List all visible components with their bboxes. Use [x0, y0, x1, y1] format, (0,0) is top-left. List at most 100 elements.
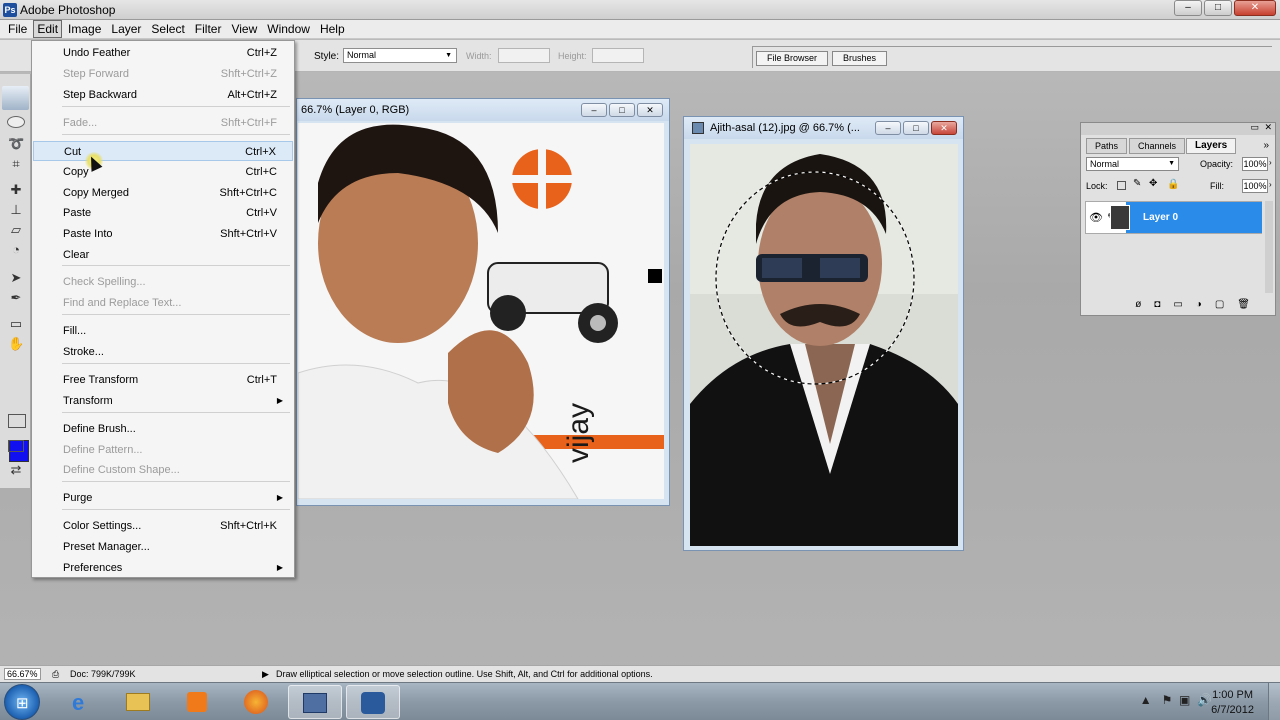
menu-help[interactable]: Help — [316, 20, 349, 38]
menu-item-copy[interactable]: Copy Ctrl+C — [33, 162, 293, 182]
eraser-tool-icon[interactable]: ▱ — [8, 222, 24, 238]
volume-icon[interactable]: 🔊 — [1197, 693, 1212, 707]
tab-file-browser[interactable]: File Browser — [756, 51, 829, 66]
menu-item-stroke[interactable]: Stroke... — [33, 342, 293, 362]
taskbar-explorer[interactable] — [114, 685, 162, 719]
menu-item-purge[interactable]: Purge ▶ — [33, 488, 293, 508]
status-arrow-icon[interactable]: ▶ — [262, 669, 269, 680]
tab-channels[interactable]: Channels — [1129, 138, 1186, 154]
blur-tool-icon[interactable]: ◔ — [8, 242, 24, 258]
quick-mask-icon[interactable] — [8, 414, 26, 428]
healing-tool-icon[interactable]: ✚ — [8, 182, 24, 198]
menu-layer[interactable]: Layer — [107, 20, 145, 38]
vijay-canvas[interactable]: vijay — [298, 123, 664, 499]
menu-item-transform[interactable]: Transform ▶ — [33, 391, 293, 411]
opacity-field[interactable]: 100% — [1242, 157, 1268, 171]
ajith-canvas[interactable] — [690, 144, 958, 546]
doc-minimize-button[interactable]: – — [581, 103, 607, 117]
palette-titlebar[interactable]: ▭ ✕ — [1081, 122, 1275, 135]
action-center-flag-icon[interactable]: ⚑ — [1162, 693, 1173, 707]
doc-maximize-button[interactable]: □ — [609, 103, 635, 117]
menu-item-free-transform[interactable]: Free Transform Ctrl+T — [33, 370, 293, 390]
menu-item-fade[interactable]: Fade... Shft+Ctrl+F — [33, 113, 293, 133]
path-selection-tool-icon[interactable]: ➤ — [8, 270, 24, 286]
layer-selected[interactable]: Layer 0 — [1110, 202, 1262, 233]
document-window-vijay[interactable]: 66.7% (Layer 0, RGB) – □ ✕ vijay — [296, 98, 670, 506]
palette-menu-arrow-icon[interactable]: » — [1263, 140, 1269, 151]
menu-item-copy-merged[interactable]: Copy Merged Shft+Ctrl+C — [33, 183, 293, 203]
style-select[interactable]: Normal ▼ — [343, 48, 457, 63]
menu-file[interactable]: File — [4, 20, 31, 38]
adobe-online-icon[interactable] — [2, 86, 29, 110]
zoom-field[interactable]: 66.67% — [4, 668, 41, 680]
close-button[interactable]: ✕ — [1234, 0, 1276, 16]
pen-tool-icon[interactable]: ✒ — [8, 290, 24, 306]
layer-row[interactable]: 👁 ✎ Layer 0 — [1085, 201, 1262, 234]
menu-item-undo-feather[interactable]: Undo Feather Ctrl+Z — [33, 43, 293, 63]
delete-layer-icon[interactable]: 🗑 — [1237, 299, 1250, 315]
lock-transparency-icon[interactable] — [1117, 181, 1126, 190]
fill-arrow-icon[interactable]: › — [1269, 180, 1272, 189]
minimize-button[interactable]: – — [1174, 0, 1202, 16]
elliptical-marquee-tool-icon[interactable] — [7, 116, 25, 128]
menu-window[interactable]: Window — [263, 20, 314, 38]
menu-item-define-custom-shape[interactable]: Define Custom Shape... — [33, 460, 293, 480]
adjustment-layer-icon[interactable]: ◑ — [1196, 299, 1202, 315]
hand-tool-icon[interactable]: ✋ — [8, 336, 24, 352]
clock[interactable]: 1:00 PM 6/7/2012 — [1211, 688, 1254, 718]
maximize-button[interactable]: □ — [1204, 0, 1232, 16]
menu-item-paste-into[interactable]: Paste Into Shft+Ctrl+V — [33, 224, 293, 244]
new-group-icon[interactable]: ▭ — [1173, 299, 1182, 315]
lock-image-icon[interactable]: ✎ — [1133, 178, 1141, 189]
show-desktop-button[interactable] — [1268, 683, 1280, 720]
palette-minimize-icon[interactable]: ▭ — [1250, 122, 1259, 133]
taskbar-media-player[interactable] — [173, 685, 221, 719]
show-hidden-icons[interactable]: ▲ — [1140, 693, 1152, 707]
taskbar-movie-maker[interactable] — [288, 685, 342, 719]
jump-to-imageready-icon[interactable]: ⇄ — [8, 462, 24, 478]
taskbar-internet-explorer[interactable]: e — [58, 685, 106, 719]
menu-filter[interactable]: Filter — [191, 20, 226, 38]
palette-close-icon[interactable]: ✕ — [1264, 122, 1272, 133]
taskbar-photoshop[interactable] — [346, 685, 400, 719]
menu-edit[interactable]: Edit — [33, 20, 63, 38]
menu-item-define-pattern[interactable]: Define Pattern... — [33, 440, 293, 460]
notes-tool-icon[interactable]: ▭ — [8, 316, 24, 332]
document-titlebar[interactable]: 66.7% (Layer 0, RGB) – □ ✕ — [297, 99, 669, 121]
lock-position-icon[interactable]: ✥ — [1149, 178, 1157, 189]
print-preview-icon[interactable]: ⎙ — [52, 669, 59, 680]
blend-mode-select[interactable]: Normal ▼ — [1086, 157, 1179, 171]
menu-item-check-spelling[interactable]: Check Spelling... — [33, 272, 293, 292]
menu-image[interactable]: Image — [64, 20, 105, 38]
height-field[interactable] — [592, 48, 644, 63]
lock-all-icon[interactable]: 🔒 — [1167, 179, 1179, 190]
menu-select[interactable]: Select — [147, 20, 188, 38]
menu-item-paste[interactable]: Paste Ctrl+V — [33, 203, 293, 223]
menu-item-preset-manager[interactable]: Preset Manager... — [33, 537, 293, 557]
document-window-ajith[interactable]: Ajith-asal (12).jpg @ 66.7% (... – □ ✕ — [683, 116, 964, 551]
tab-brushes[interactable]: Brushes — [832, 51, 888, 66]
layer-style-icon[interactable]: ø — [1135, 299, 1141, 315]
fill-field[interactable]: 100% — [1242, 179, 1268, 193]
screen-mode-icon[interactable] — [8, 440, 24, 452]
doc-close-button[interactable]: ✕ — [637, 103, 663, 117]
menu-item-cut[interactable]: Cut Ctrl+X — [33, 141, 293, 161]
visibility-eye-icon[interactable]: 👁 — [1089, 211, 1103, 224]
doc-maximize-button[interactable]: □ — [903, 121, 929, 135]
lasso-tool-icon[interactable]: ➰ — [8, 136, 24, 152]
tab-paths[interactable]: Paths — [1086, 138, 1128, 154]
tab-layers[interactable]: Layers — [1186, 138, 1237, 154]
document-titlebar[interactable]: Ajith-asal (12).jpg @ 66.7% (... – □ ✕ — [684, 117, 963, 139]
menu-item-find-and-replace-text[interactable]: Find and Replace Text... — [33, 293, 293, 313]
network-icon[interactable]: ▣ — [1179, 693, 1190, 707]
menu-item-step-backward[interactable]: Step Backward Alt+Ctrl+Z — [33, 85, 293, 105]
taskbar-firefox[interactable] — [232, 685, 280, 719]
menu-item-step-forward[interactable]: Step Forward Shft+Ctrl+Z — [33, 64, 293, 84]
menu-item-color-settings[interactable]: Color Settings... Shft+Ctrl+K — [33, 516, 293, 536]
start-button[interactable]: ⊞ — [4, 684, 40, 720]
doc-close-button[interactable]: ✕ — [931, 121, 957, 135]
doc-minimize-button[interactable]: – — [875, 121, 901, 135]
layer-mask-icon[interactable]: ◘ — [1154, 299, 1160, 315]
menu-item-fill[interactable]: Fill... — [33, 321, 293, 341]
menu-item-clear[interactable]: Clear — [33, 245, 293, 265]
